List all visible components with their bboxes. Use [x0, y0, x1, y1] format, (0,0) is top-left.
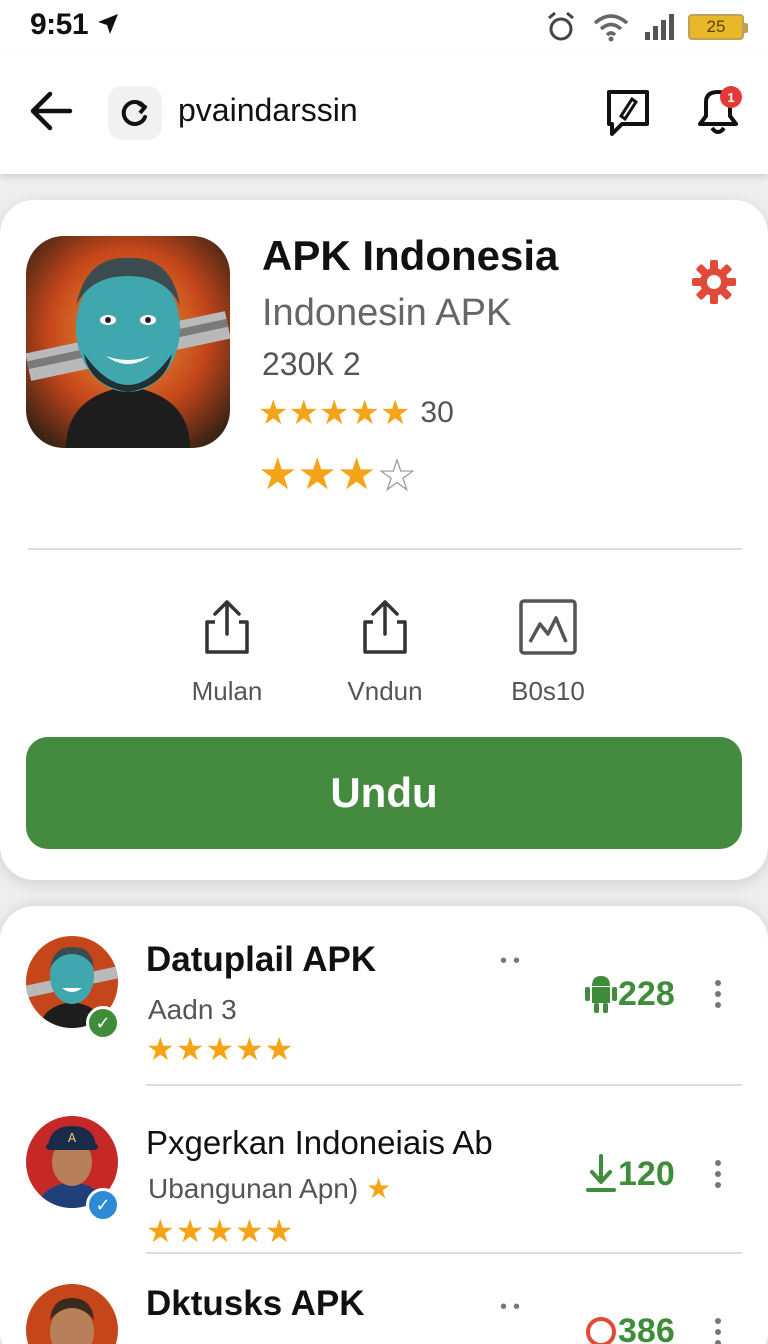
item-stars: ★★★★★	[146, 1213, 295, 1249]
item-title: Datuplail APK	[146, 940, 377, 979]
item-count: 120	[584, 1154, 675, 1194]
divider	[28, 548, 742, 550]
item-subtitle-text: Ubangunan Apn)	[148, 1173, 359, 1204]
rating-row: ★ ★ ★ ★ ★ 30	[258, 396, 454, 430]
star-outline-icon[interactable]: ☆	[376, 452, 417, 498]
item-stars: ★★★★★	[146, 1031, 295, 1067]
chat-icon	[607, 90, 649, 136]
user-rating-row[interactable]: ★ ★ ★ ☆	[258, 452, 418, 498]
status-time: 9:51	[30, 8, 120, 42]
circle-icon	[586, 1316, 616, 1344]
item-title: Dktusks APK	[146, 1284, 365, 1323]
notification-badge: 1	[720, 86, 742, 108]
back-button[interactable]	[26, 86, 76, 136]
action-label: Vndun	[347, 676, 423, 706]
more-dots-icon: ••	[500, 1296, 527, 1318]
verified-check-icon: ✓	[86, 1188, 120, 1222]
share-icon	[363, 600, 407, 654]
kebab-menu-icon[interactable]	[712, 980, 724, 1013]
list-item[interactable]: Dktusks APK •• 386	[0, 1282, 768, 1344]
divider	[146, 1252, 742, 1254]
item-count-value: 386	[618, 1312, 675, 1344]
share-icon	[205, 600, 249, 654]
star-icon: ★	[288, 394, 319, 432]
app-size: 230К 2	[262, 346, 361, 382]
alarm-icon	[548, 11, 574, 41]
back-arrow-icon	[30, 91, 73, 131]
download-button[interactable]: Undu	[26, 737, 742, 849]
avatar	[26, 1284, 118, 1344]
app-icon[interactable]	[26, 236, 230, 448]
avatar-image	[26, 1284, 118, 1344]
reload-icon	[121, 99, 147, 126]
star-icon: ★	[258, 394, 289, 432]
star-icon[interactable]: ★	[297, 453, 336, 497]
notification-button[interactable]: 1	[692, 84, 744, 140]
reload-button[interactable]	[108, 86, 162, 140]
top-bar: pvaindarssin 1	[0, 56, 768, 174]
app-card: APK Indonesia Indonesin APK 230К 2 ★ ★ ★…	[0, 200, 768, 880]
action-vndun[interactable]: Vndun	[320, 598, 450, 707]
item-count: 386	[584, 1312, 675, 1344]
settings-button[interactable]	[690, 258, 738, 306]
item-count-value: 120	[618, 1154, 675, 1193]
battery-level: 25	[706, 17, 726, 36]
app-title: APK Indonesia	[262, 232, 559, 279]
kebab-menu-icon[interactable]	[712, 1318, 724, 1344]
star-icon[interactable]: ★	[337, 453, 376, 497]
star-icon: ★	[349, 394, 380, 432]
star-icon: ★	[318, 394, 350, 432]
item-subtitle: Aadn 3	[148, 994, 237, 1025]
action-label: Mulan	[191, 676, 263, 706]
location-arrow-icon	[97, 14, 118, 34]
status-bar: 9:51 25	[0, 0, 768, 56]
wifi-icon	[593, 14, 629, 42]
related-apps-list: ✓ Datuplail APK Aadn 3 ★★★★★ •• 228 A ✓ …	[0, 906, 768, 1344]
status-icons: 25	[544, 10, 748, 44]
action-b0s10[interactable]: B0s10	[483, 598, 613, 707]
item-count-value: 228	[618, 974, 675, 1013]
action-mulan[interactable]: Mulan	[162, 598, 292, 707]
app-icon-image	[26, 236, 230, 448]
app-subtitle: Indonesin APK	[262, 292, 512, 334]
rating-count: 30	[420, 396, 454, 429]
star-icon[interactable]: ★	[258, 453, 297, 497]
star-icon: ★	[358, 1173, 392, 1204]
chat-button[interactable]	[602, 86, 654, 140]
divider	[146, 1084, 742, 1086]
item-count: 228	[584, 974, 675, 1014]
more-dots-icon: ••	[500, 950, 527, 972]
star-icon: ★	[379, 394, 411, 432]
svg-text:A: A	[68, 1131, 77, 1145]
list-item[interactable]: A ✓ Pxgerkan Indoneiais Ab Ubangunan Apn…	[0, 1116, 768, 1266]
android-icon	[585, 976, 617, 1013]
download-hand-icon	[586, 1154, 616, 1192]
item-subtitle: Ubangunan Apn) ★	[148, 1172, 391, 1205]
list-item[interactable]: ✓ Datuplail APK Aadn 3 ★★★★★ •• 228	[0, 936, 768, 1086]
signal-icon	[645, 14, 674, 40]
verified-check-icon: ✓	[86, 1006, 120, 1040]
item-title: Pxgerkan Indoneiais Ab	[146, 1124, 493, 1161]
action-label: B0s10	[511, 676, 585, 706]
status-time-text: 9:51	[30, 8, 89, 41]
image-icon	[519, 599, 577, 655]
kebab-menu-icon[interactable]	[712, 1160, 724, 1193]
url-text[interactable]: pvaindarssin	[178, 92, 358, 129]
battery-icon: 25	[688, 14, 748, 40]
gear-icon	[692, 260, 736, 304]
